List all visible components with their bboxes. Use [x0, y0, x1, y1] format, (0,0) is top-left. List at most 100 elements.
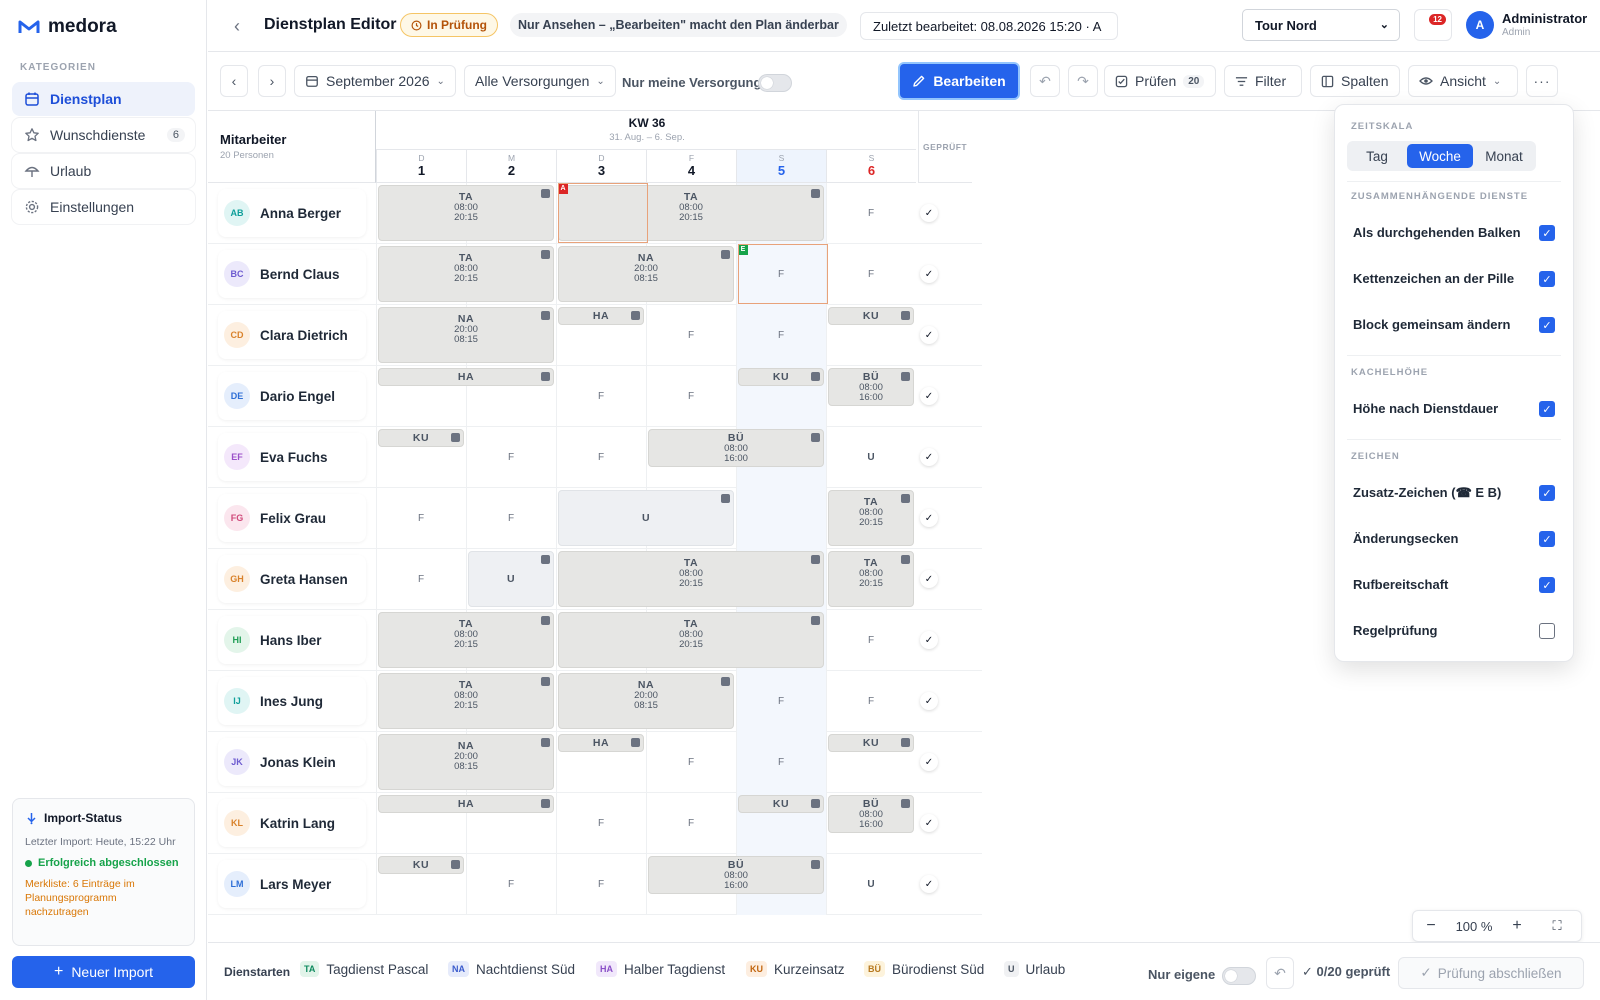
shift-pill[interactable]: NA 20:00 08:15	[558, 246, 734, 302]
free-day-marker[interactable]: F	[466, 427, 556, 488]
brand-logo[interactable]: medora	[18, 16, 117, 38]
row-checked-icon[interactable]: ✓	[920, 570, 938, 588]
columns-button[interactable]: Spalten	[1310, 65, 1400, 97]
shift-pill[interactable]: BÜ 08:00 16:00	[648, 856, 824, 894]
opt-block-edit-checkbox[interactable]: ✓	[1539, 317, 1555, 333]
check-button[interactable]: Prüfen 20	[1104, 65, 1216, 97]
employee-card[interactable]: GH Greta Hansen	[218, 555, 366, 603]
more-button[interactable]: ···	[1526, 65, 1558, 97]
free-day-marker[interactable]: F	[646, 793, 736, 854]
row-checked-icon[interactable]: ✓	[920, 326, 938, 344]
next-week-button[interactable]: ›	[258, 65, 286, 97]
free-day-marker[interactable]: F	[646, 366, 736, 427]
supply-select[interactable]: Alle Versorgungen ⌄	[464, 65, 616, 97]
redo-button[interactable]: ↷	[1068, 65, 1098, 97]
shift-pill[interactable]: TA 08:00 20:15	[828, 490, 914, 546]
shift-pill[interactable]: KU	[738, 368, 824, 386]
shift-pill[interactable]: KU	[828, 734, 914, 752]
own-supply-toggle[interactable]	[758, 74, 792, 92]
shift-pill[interactable]: TA 08:00 20:15	[378, 185, 554, 241]
free-day-marker[interactable]: F	[826, 183, 916, 244]
sidebar-item-einstellungen[interactable]: Einstellungen	[12, 190, 195, 224]
employee-card[interactable]: IJ Ines Jung	[218, 677, 366, 725]
shift-pill[interactable]: HA	[378, 795, 554, 813]
shift-pill[interactable]: KU	[378, 856, 464, 874]
timescale-month[interactable]: Monat	[1475, 144, 1533, 168]
free-day-marker[interactable]: F	[826, 244, 916, 305]
free-day-marker[interactable]: F	[556, 793, 646, 854]
shift-pill[interactable]: KU	[378, 429, 464, 447]
row-checked-icon[interactable]: ✓	[920, 692, 938, 710]
employee-card[interactable]: KL Katrin Lang	[218, 799, 366, 847]
employee-card[interactable]: BC Bernd Claus	[218, 250, 366, 298]
timescale-week[interactable]: Woche	[1407, 144, 1473, 168]
shift-pill[interactable]: BÜ 08:00 16:00	[828, 795, 914, 833]
shift-pill[interactable]: NA 20:00 08:15	[558, 673, 734, 729]
vacation-marker[interactable]: U	[826, 427, 916, 488]
employee-card[interactable]: AB Anna Berger	[218, 189, 366, 237]
row-checked-icon[interactable]: ✓	[920, 875, 938, 893]
opt-rule-check[interactable]: Regelprüfung	[1353, 623, 1563, 638]
row-checked-icon[interactable]: ✓	[920, 814, 938, 832]
free-day-marker[interactable]: F	[826, 671, 916, 732]
shift-pill[interactable]: HA	[558, 307, 644, 325]
shift-pill[interactable]: TA 08:00 20:15	[828, 551, 914, 607]
shift-pill[interactable]: KU	[828, 307, 914, 325]
employee-card[interactable]: LM Lars Meyer	[218, 860, 366, 908]
opt-change-corners[interactable]: Änderungsecken	[1353, 531, 1563, 546]
prev-week-button[interactable]: ‹	[220, 65, 248, 97]
shift-pill[interactable]: TA 08:00 20:15	[558, 551, 824, 607]
opt-height-by-duration[interactable]: Höhe nach Dienstdauer	[1353, 401, 1563, 416]
own-only-toggle[interactable]	[1222, 967, 1256, 985]
shift-pill[interactable]: BÜ 08:00 16:00	[828, 368, 914, 406]
shift-pill[interactable]: TA 08:00 20:15	[378, 612, 554, 668]
employee-card[interactable]: FG Felix Grau	[218, 494, 366, 542]
opt-chain-sign[interactable]: Kettenzeichen an der Pille	[1353, 271, 1563, 286]
employee-card[interactable]: HI Hans Iber	[218, 616, 366, 664]
shift-pill[interactable]: TA 08:00 20:15	[558, 612, 824, 668]
avatar[interactable]: A	[1466, 11, 1494, 39]
edit-button[interactable]: Bearbeiten	[898, 62, 1020, 100]
back-chevron-icon[interactable]: ‹	[226, 15, 248, 37]
opt-continuous-bar-checkbox[interactable]: ✓	[1539, 225, 1555, 241]
shift-pill[interactable]: U	[558, 490, 734, 546]
filter-button[interactable]: Filter	[1224, 65, 1302, 97]
free-day-marker[interactable]: F	[556, 854, 646, 915]
finish-review-button[interactable]: ✓ Prüfung abschließen	[1398, 957, 1584, 989]
opt-continuous-bar[interactable]: Als durchgehenden Balken	[1353, 225, 1563, 240]
opt-change-corners-checkbox[interactable]: ✓	[1539, 531, 1555, 547]
notifications-button[interactable]: 12	[1414, 9, 1452, 41]
vacation-marker[interactable]: U	[826, 854, 916, 915]
free-day-marker[interactable]: F	[556, 427, 646, 488]
shift-pill[interactable]: TA 08:00 20:15	[378, 246, 554, 302]
tour-select[interactable]: Tour Nord ⌄	[1242, 9, 1400, 41]
free-day-marker[interactable]: F	[646, 732, 736, 793]
timescale-day[interactable]: Tag	[1351, 144, 1403, 168]
shift-pill[interactable]: KU	[738, 795, 824, 813]
day-cell[interactable]	[736, 488, 826, 549]
opt-extra-signs[interactable]: Zusatz-Zeichen (☎ E B)	[1353, 485, 1563, 501]
import-note[interactable]: Merkliste: 6 Einträge im Planungsprogram…	[25, 877, 182, 919]
opt-chain-sign-checkbox[interactable]: ✓	[1539, 271, 1555, 287]
free-day-marker[interactable]: F	[736, 671, 826, 732]
free-day-marker[interactable]: F	[376, 549, 466, 610]
free-day-marker[interactable]: F	[736, 305, 826, 366]
opt-extra-signs-checkbox[interactable]: ✓	[1539, 485, 1555, 501]
sidebar-item-wunschdienste[interactable]: Wunschdienste 6	[12, 118, 195, 152]
opt-on-call-checkbox[interactable]: ✓	[1539, 577, 1555, 593]
free-day-marker[interactable]: F	[556, 366, 646, 427]
new-import-button[interactable]: + Neuer Import	[12, 956, 195, 988]
user-name[interactable]: Administrator	[1502, 11, 1587, 26]
free-day-marker[interactable]: F	[736, 732, 826, 793]
row-checked-icon[interactable]: ✓	[920, 204, 938, 222]
shift-pill[interactable]: BÜ 08:00 16:00	[648, 429, 824, 467]
view-button[interactable]: Ansicht ⌄	[1408, 65, 1518, 97]
free-day-marker[interactable]: F	[466, 854, 556, 915]
shift-pill[interactable]: HA	[378, 368, 554, 386]
free-day-marker[interactable]: F	[376, 488, 466, 549]
sidebar-item-dienstplan[interactable]: Dienstplan	[12, 82, 195, 116]
employee-card[interactable]: CD Clara Dietrich	[218, 311, 366, 359]
reset-button[interactable]: ↶	[1266, 957, 1294, 989]
row-checked-icon[interactable]: ✓	[920, 448, 938, 466]
employee-card[interactable]: JK Jonas Klein	[218, 738, 366, 786]
